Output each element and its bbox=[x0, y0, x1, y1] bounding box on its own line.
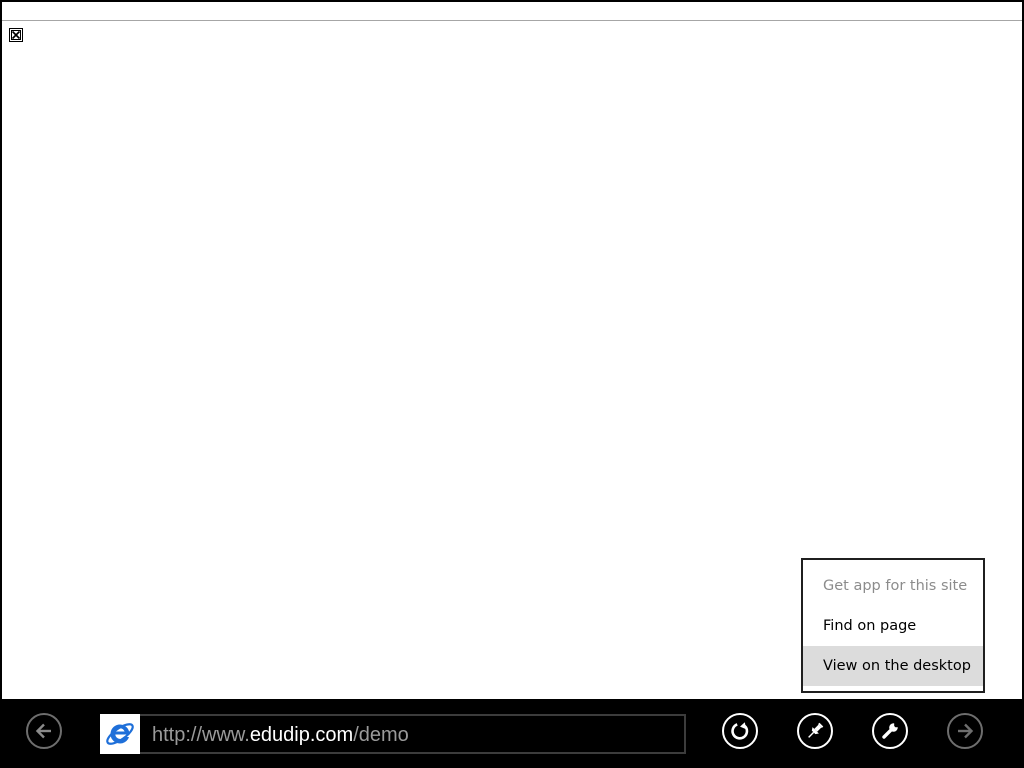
page-tools-menu: Get app for this site Find on page View … bbox=[801, 558, 985, 693]
wrench-icon bbox=[882, 722, 899, 739]
pin-button[interactable] bbox=[797, 713, 833, 749]
refresh-button[interactable] bbox=[722, 713, 758, 749]
internet-explorer-icon bbox=[100, 714, 140, 754]
refresh-icon bbox=[731, 722, 749, 740]
menu-item-get-app[interactable]: Get app for this site bbox=[803, 566, 983, 606]
browser-window: Get app for this site Find on page View … bbox=[0, 0, 1024, 768]
top-strip bbox=[2, 2, 1022, 20]
page-tools-button[interactable] bbox=[872, 713, 908, 749]
menu-item-find-on-page[interactable]: Find on page bbox=[803, 606, 983, 646]
broken-image-icon bbox=[9, 28, 23, 42]
forward-button[interactable] bbox=[947, 713, 983, 749]
app-bar: http://www.edudip.com/demo bbox=[0, 699, 1024, 768]
menu-item-view-on-desktop[interactable]: View on the desktop bbox=[803, 646, 983, 686]
url-prefix: http://www. bbox=[152, 724, 250, 746]
back-arrow-icon bbox=[35, 723, 51, 739]
address-bar[interactable]: http://www.edudip.com/demo bbox=[100, 714, 686, 754]
url-field[interactable]: http://www.edudip.com/demo bbox=[152, 716, 409, 752]
pin-icon bbox=[808, 722, 824, 738]
url-path: /demo bbox=[353, 724, 409, 746]
forward-arrow-icon bbox=[958, 723, 974, 739]
url-domain: edudip.com bbox=[249, 724, 354, 746]
back-button[interactable] bbox=[26, 713, 62, 749]
